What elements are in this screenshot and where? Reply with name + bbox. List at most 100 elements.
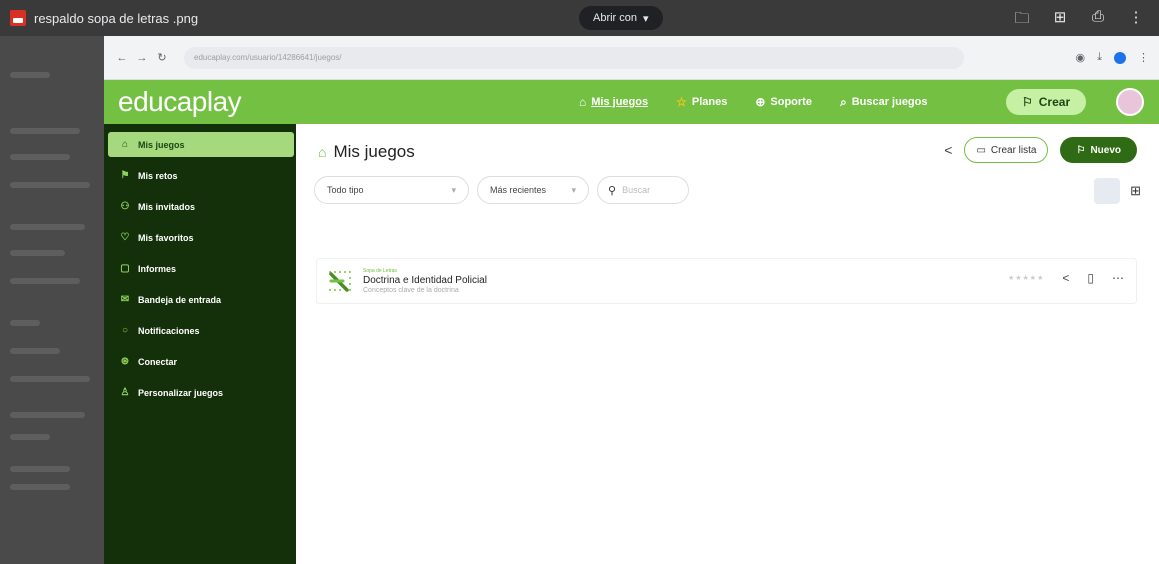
- home-icon: ⌂: [579, 95, 587, 109]
- download-icon[interactable]: ⤓: [1097, 51, 1102, 64]
- bell-plus-icon: ⚐: [1076, 144, 1086, 156]
- share-icon[interactable]: <: [1062, 271, 1069, 285]
- sidebar-item-label: Mis retos: [138, 170, 178, 181]
- chevron-down-icon: ▾: [643, 12, 649, 25]
- filters-bar: Todo tipo ▾ Más recientes ▾ ⚲ Buscar: [314, 176, 689, 204]
- home-icon: ⌂: [121, 139, 129, 150]
- more-options-icon[interactable]: ⋯: [1112, 271, 1124, 285]
- home-icon: ⌂: [318, 144, 327, 160]
- browser-menu-icon[interactable]: ⋮: [1138, 51, 1149, 64]
- new-game-button[interactable]: ⚐ Nuevo: [1060, 137, 1137, 163]
- sort-select[interactable]: Más recientes ▾: [477, 176, 589, 204]
- list-view-button[interactable]: [1094, 178, 1121, 204]
- game-name[interactable]: Doctrina e Identidad Policial: [363, 275, 487, 286]
- report-icon: ▢: [120, 263, 130, 274]
- nav-label: Buscar juegos: [851, 96, 928, 108]
- sidebar: ⌂ Mis juegos ⚑ Mis retos ⚇ Mis invitados…: [104, 124, 296, 564]
- copy-icon[interactable]: ▯: [1087, 271, 1094, 285]
- help-icon: ⊕: [755, 95, 766, 109]
- bell-icon: ○: [121, 325, 129, 336]
- sidebar-item-mis-favoritos[interactable]: ♡ Mis favoritos: [108, 225, 294, 250]
- view-toggle: ⊞: [1094, 178, 1141, 204]
- nav-label: Soporte: [770, 96, 812, 108]
- bell-plus-icon: ⚐: [1022, 95, 1033, 109]
- forward-icon[interactable]: →: [134, 52, 150, 64]
- profile-icon[interactable]: [1114, 51, 1126, 64]
- create-label: Crear: [1038, 95, 1071, 109]
- create-list-label: Crear lista: [990, 144, 1037, 156]
- share-icon[interactable]: <: [944, 142, 952, 158]
- game-info: Sopa de Letras Doctrina e Identidad Poli…: [363, 268, 487, 294]
- sidebar-item-label: Informes: [138, 263, 177, 274]
- page-title-text: Mis juegos: [333, 142, 415, 161]
- game-row[interactable]: Sopa de Letras Doctrina e Identidad Poli…: [316, 258, 1137, 304]
- word-search-thumbnail-icon: [327, 268, 353, 294]
- search-games-icon: ⌕: [839, 94, 847, 109]
- sidebar-item-personalizar[interactable]: ♙ Personalizar juegos: [108, 380, 294, 405]
- game-description: Conceptos clave de la doctrina: [363, 287, 459, 294]
- sidebar-item-conectar[interactable]: ⊛ Conectar: [108, 349, 294, 374]
- heart-icon: ♡: [120, 232, 130, 243]
- sidebar-item-notificaciones[interactable]: ○ Notificaciones: [108, 318, 294, 343]
- rating-stars-icon: ★★★★★: [1007, 275, 1045, 282]
- sort-value: Más recientes: [490, 185, 547, 195]
- sidebar-item-label: Mis favoritos: [138, 232, 194, 243]
- more-vert-icon[interactable]: ⋮: [1127, 8, 1145, 33]
- sidebar-item-label: Bandeja de entrada: [138, 294, 222, 305]
- game-actions: ★★★★★ < ▯ ⋯: [1008, 271, 1124, 285]
- search-icon: ⚲: [608, 184, 617, 197]
- viewer-actions: 🗀 ⊞ ⎙ ⋮: [1013, 8, 1145, 33]
- back-icon[interactable]: ←: [114, 52, 130, 64]
- nav-planes[interactable]: ☆ Planes: [676, 95, 727, 109]
- viewer-toolbar: respaldo sopa de letras .png Abrir con ▾…: [0, 0, 1159, 36]
- sidebar-item-label: Mis juegos: [138, 139, 185, 150]
- connect-icon: ⊛: [120, 356, 130, 367]
- new-label: Nuevo: [1090, 144, 1121, 156]
- site-logo[interactable]: educaplay: [118, 86, 242, 118]
- grid-view-icon[interactable]: ⊞: [1130, 183, 1141, 199]
- sidebar-item-mis-invitados[interactable]: ⚇ Mis invitados: [108, 194, 294, 219]
- flag-icon: ⚑: [120, 170, 130, 181]
- nav-buscar-juegos[interactable]: ⌕ Buscar juegos: [840, 95, 928, 110]
- viewer-file-title: respaldo sopa de letras .png: [34, 10, 199, 26]
- search-placeholder: Buscar: [622, 185, 651, 195]
- sidebar-item-label: Mis invitados: [138, 201, 196, 212]
- print-icon[interactable]: ⎙: [1089, 8, 1107, 33]
- open-with-button[interactable]: Abrir con ▾: [579, 6, 663, 30]
- type-filter-select[interactable]: Todo tipo ▾: [314, 176, 469, 204]
- extensions-icon[interactable]: ◉: [1076, 51, 1086, 64]
- nav-soporte[interactable]: ⊕ Soporte: [755, 95, 812, 109]
- folder-icon[interactable]: 🗀: [1013, 8, 1031, 33]
- sidebar-item-informes[interactable]: ▢ Informes: [108, 256, 294, 281]
- inbox-icon: ✉: [120, 294, 130, 305]
- site-header: educaplay ⌂ Mis juegos ☆ Planes ⊕ Soport…: [104, 80, 1159, 124]
- create-list-button[interactable]: ▭ Crear lista: [964, 137, 1049, 163]
- reload-icon[interactable]: ↻: [154, 51, 170, 64]
- sidebar-item-bandeja[interactable]: ✉ Bandeja de entrada: [108, 287, 294, 312]
- chevron-down-icon: ▾: [571, 184, 576, 195]
- avatar[interactable]: [1116, 88, 1144, 116]
- nav-label: Mis juegos: [591, 96, 649, 108]
- sidebar-item-label: Personalizar juegos: [138, 387, 224, 398]
- create-button[interactable]: ⚐ Crear: [1006, 89, 1087, 115]
- sidebar-item-label: Conectar: [138, 356, 178, 367]
- sidebar-item-mis-retos[interactable]: ⚑ Mis retos: [108, 163, 294, 188]
- search-input[interactable]: ⚲ Buscar: [597, 176, 689, 204]
- star-icon: ☆: [676, 95, 687, 109]
- chevron-down-icon: ▾: [451, 184, 456, 195]
- header-actions: < ▭ Crear lista ⚐ Nuevo: [944, 137, 1137, 163]
- add-to-drive-icon[interactable]: ⊞: [1051, 8, 1069, 33]
- customize-icon: ♙: [120, 387, 130, 398]
- page-title: ⌂ Mis juegos: [318, 142, 415, 162]
- folder-icon: ▭: [976, 144, 986, 156]
- address-bar-actions: ◉ ⤓ ⋮: [1076, 51, 1149, 64]
- users-icon: ⚇: [120, 201, 130, 212]
- browser-window: ← → ↻ educaplay.com/usuario/14286641/jue…: [104, 36, 1159, 564]
- image-file-icon: [10, 10, 26, 26]
- type-filter-value: Todo tipo: [327, 185, 364, 195]
- nav-mis-juegos[interactable]: ⌂ Mis juegos: [579, 95, 648, 109]
- game-type: Sopa de Letras: [363, 268, 397, 274]
- url-input[interactable]: educaplay.com/usuario/14286641/juegos/: [184, 46, 964, 69]
- top-nav: ⌂ Mis juegos ☆ Planes ⊕ Soporte ⌕ Buscar…: [579, 80, 928, 124]
- sidebar-item-mis-juegos[interactable]: ⌂ Mis juegos: [108, 132, 294, 157]
